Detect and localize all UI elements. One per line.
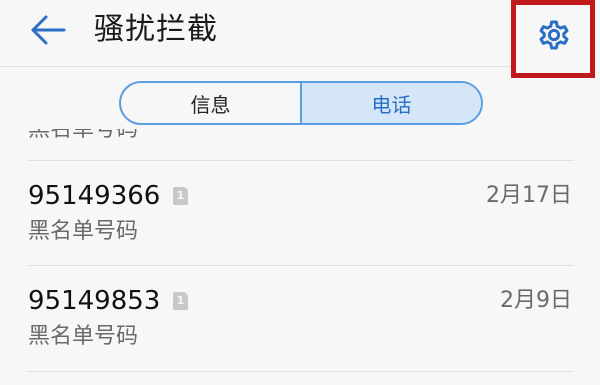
blacklist-label: 黑名单号码 [28, 324, 139, 349]
sim-card-icon: 1 [173, 292, 188, 310]
tab-calls[interactable]: 电话 [300, 83, 481, 123]
sim-card-icon: 1 [173, 187, 188, 205]
segmented-tabs: 信息 电话 [119, 81, 483, 125]
header: 骚扰拦截 [0, 0, 600, 66]
gear-icon[interactable] [538, 19, 570, 51]
phone-number: 95149853 [28, 286, 161, 316]
settings-highlight-box [511, 0, 595, 78]
phone-number: 95149366 [28, 181, 161, 211]
call-date: 2月9日 [500, 288, 572, 313]
tab-messages[interactable]: 信息 [121, 83, 300, 123]
call-date: 2月17日 [486, 183, 572, 208]
list-item[interactable]: 95149366 1 2月17日 黑名单号码 [0, 161, 600, 265]
page-title: 骚扰拦截 [94, 12, 218, 47]
blacklist-label: 黑名单号码 [28, 219, 139, 244]
header-divider [0, 66, 511, 67]
arrow-left-icon[interactable] [28, 12, 68, 48]
row-divider [28, 371, 574, 372]
partial-list-item-label: 黑名单号码 [28, 117, 139, 142]
list-item[interactable]: 95149853 1 2月9日 黑名单号码 [0, 266, 600, 370]
